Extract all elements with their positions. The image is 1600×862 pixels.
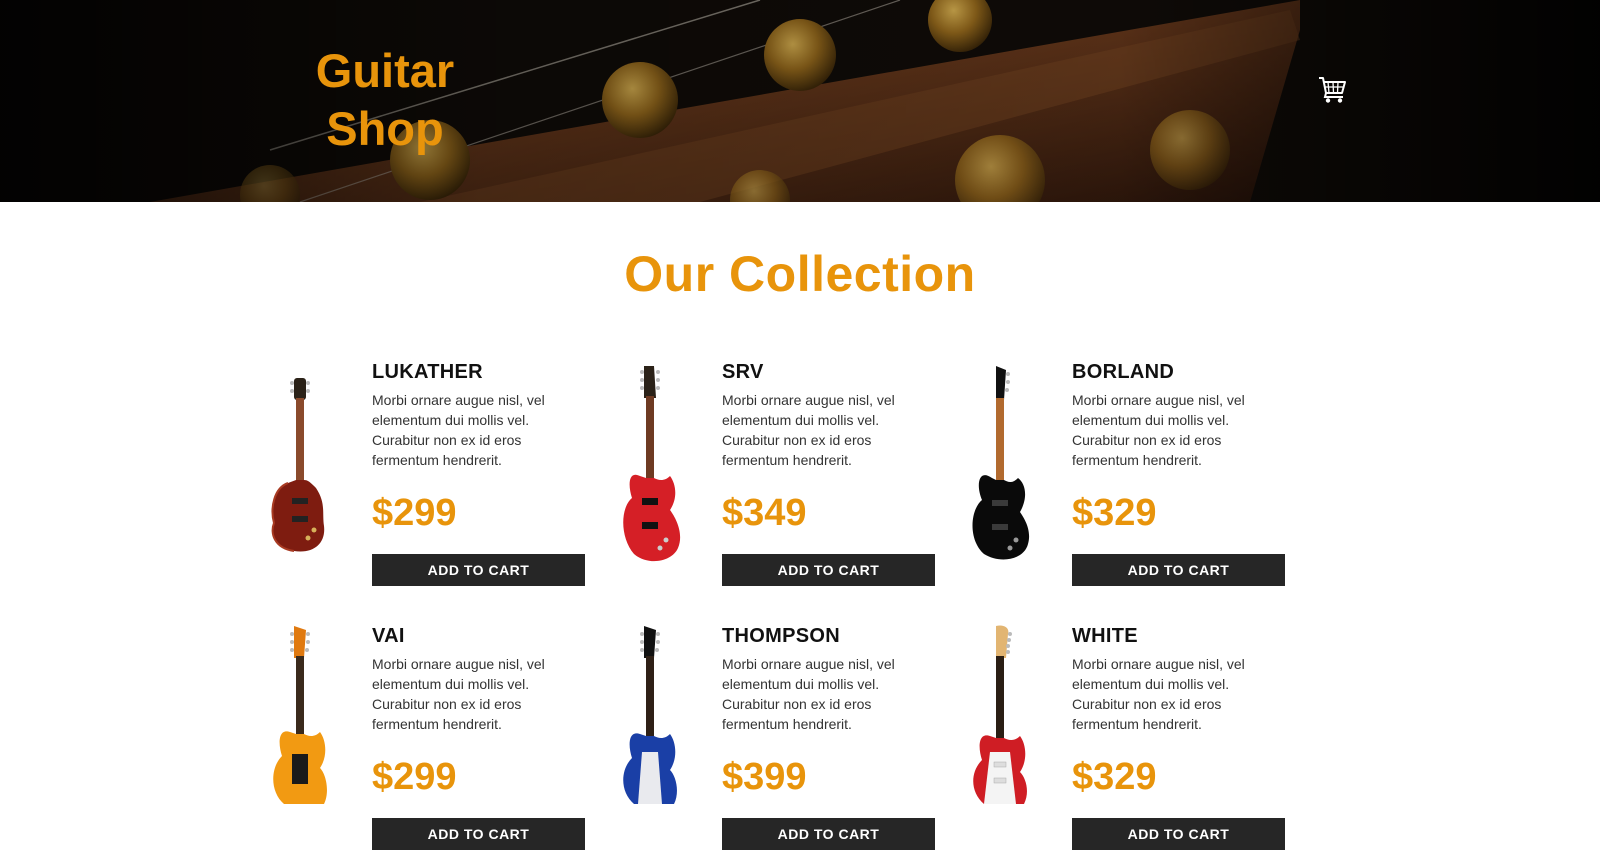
product-name: THOMPSON bbox=[722, 625, 840, 647]
product-price: $349 bbox=[722, 492, 807, 534]
product-name: BORLAND bbox=[1072, 361, 1175, 383]
product-description: Morbi ornare augue nisl, vel elementum d… bbox=[722, 392, 895, 468]
product-card-lukather: LUKATHER Morbi ornare augue nisl, vel el… bbox=[264, 358, 594, 598]
product-card-borland: BORLAND Morbi ornare augue nisl, vel ele… bbox=[964, 358, 1294, 598]
product-price: $399 bbox=[722, 756, 807, 798]
product-price: $329 bbox=[1072, 492, 1157, 534]
product-description: Morbi ornare augue nisl, vel elementum d… bbox=[372, 392, 545, 468]
add-to-cart-button[interactable]: ADD TO CART bbox=[722, 818, 935, 850]
product-name: SRV bbox=[722, 361, 764, 383]
product-description: Morbi ornare augue nisl, vel elementum d… bbox=[372, 656, 545, 732]
product-card-vai: VAI Morbi ornare augue nisl, vel element… bbox=[264, 622, 594, 862]
add-to-cart-button[interactable]: ADD TO CART bbox=[372, 818, 585, 850]
product-card-srv: SRV Morbi ornare augue nisl, vel element… bbox=[614, 358, 944, 598]
product-price: $299 bbox=[372, 492, 457, 534]
guitar-image-lukather bbox=[271, 378, 325, 552]
add-to-cart-button[interactable]: ADD TO CART bbox=[722, 554, 935, 586]
product-name: WHITE bbox=[1072, 625, 1138, 647]
hero-header: Guitar Shop bbox=[0, 0, 1600, 202]
product-description: Morbi ornare augue nisl, vel elementum d… bbox=[1072, 392, 1245, 468]
product-card-white: WHITE Morbi ornare augue nisl, vel eleme… bbox=[964, 622, 1294, 862]
product-name: LUKATHER bbox=[372, 361, 483, 383]
guitar-image-vai bbox=[273, 626, 327, 804]
add-to-cart-button[interactable]: ADD TO CART bbox=[1072, 554, 1285, 586]
guitar-image-borland bbox=[972, 366, 1030, 560]
collection-title: Our Collection bbox=[624, 246, 976, 302]
add-to-cart-button[interactable]: ADD TO CART bbox=[1072, 818, 1285, 850]
product-name: VAI bbox=[372, 625, 405, 647]
product-price: $329 bbox=[1072, 756, 1157, 798]
add-to-cart-button[interactable]: ADD TO CART bbox=[372, 554, 585, 586]
guitar-headstock-background bbox=[0, 0, 1600, 202]
shopping-cart-icon[interactable] bbox=[1318, 76, 1348, 104]
guitar-image-srv bbox=[623, 366, 681, 562]
product-description: Morbi ornare augue nisl, vel elementum d… bbox=[1072, 656, 1245, 732]
product-price: $299 bbox=[372, 756, 457, 798]
guitar-image-thompson bbox=[623, 626, 677, 804]
site-logo[interactable]: Guitar Shop bbox=[290, 42, 480, 158]
guitar-image-white bbox=[973, 625, 1027, 804]
logo-line-1: Guitar bbox=[315, 44, 455, 97]
product-description: Morbi ornare augue nisl, vel elementum d… bbox=[722, 656, 895, 732]
product-card-thompson: THOMPSON Morbi ornare augue nisl, vel el… bbox=[614, 622, 944, 862]
logo-line-2: Shop bbox=[326, 102, 444, 155]
